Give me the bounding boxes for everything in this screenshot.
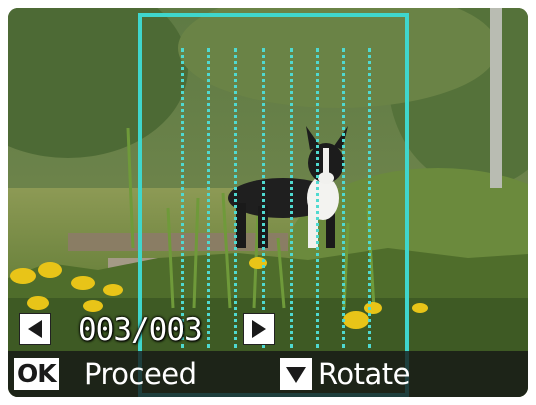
guide-line (181, 48, 184, 348)
proceed-label: Proceed (84, 357, 197, 391)
guide-line (316, 48, 319, 348)
ok-key-badge[interactable]: OK (14, 358, 59, 390)
button-hint-bar: OK Proceed Rotate (8, 351, 528, 397)
down-triangle-icon (286, 367, 306, 383)
guide-line (368, 48, 371, 348)
photo-navigation: 003/003 (16, 310, 276, 350)
previous-photo-button[interactable] (20, 314, 50, 344)
guide-line (290, 48, 293, 348)
guide-line (207, 48, 210, 348)
guide-line (234, 48, 237, 348)
rotate-label: Rotate (318, 357, 410, 391)
next-photo-button[interactable] (244, 314, 274, 344)
right-triangle-icon (252, 320, 266, 338)
photo-preview-screen: 003/003 OK Proceed Rotate (8, 8, 528, 397)
photo-counter: 003/003 (78, 312, 203, 348)
rotate-key-badge[interactable] (280, 358, 312, 390)
guide-line (262, 48, 265, 348)
guide-line (342, 48, 345, 348)
left-triangle-icon (28, 320, 42, 338)
